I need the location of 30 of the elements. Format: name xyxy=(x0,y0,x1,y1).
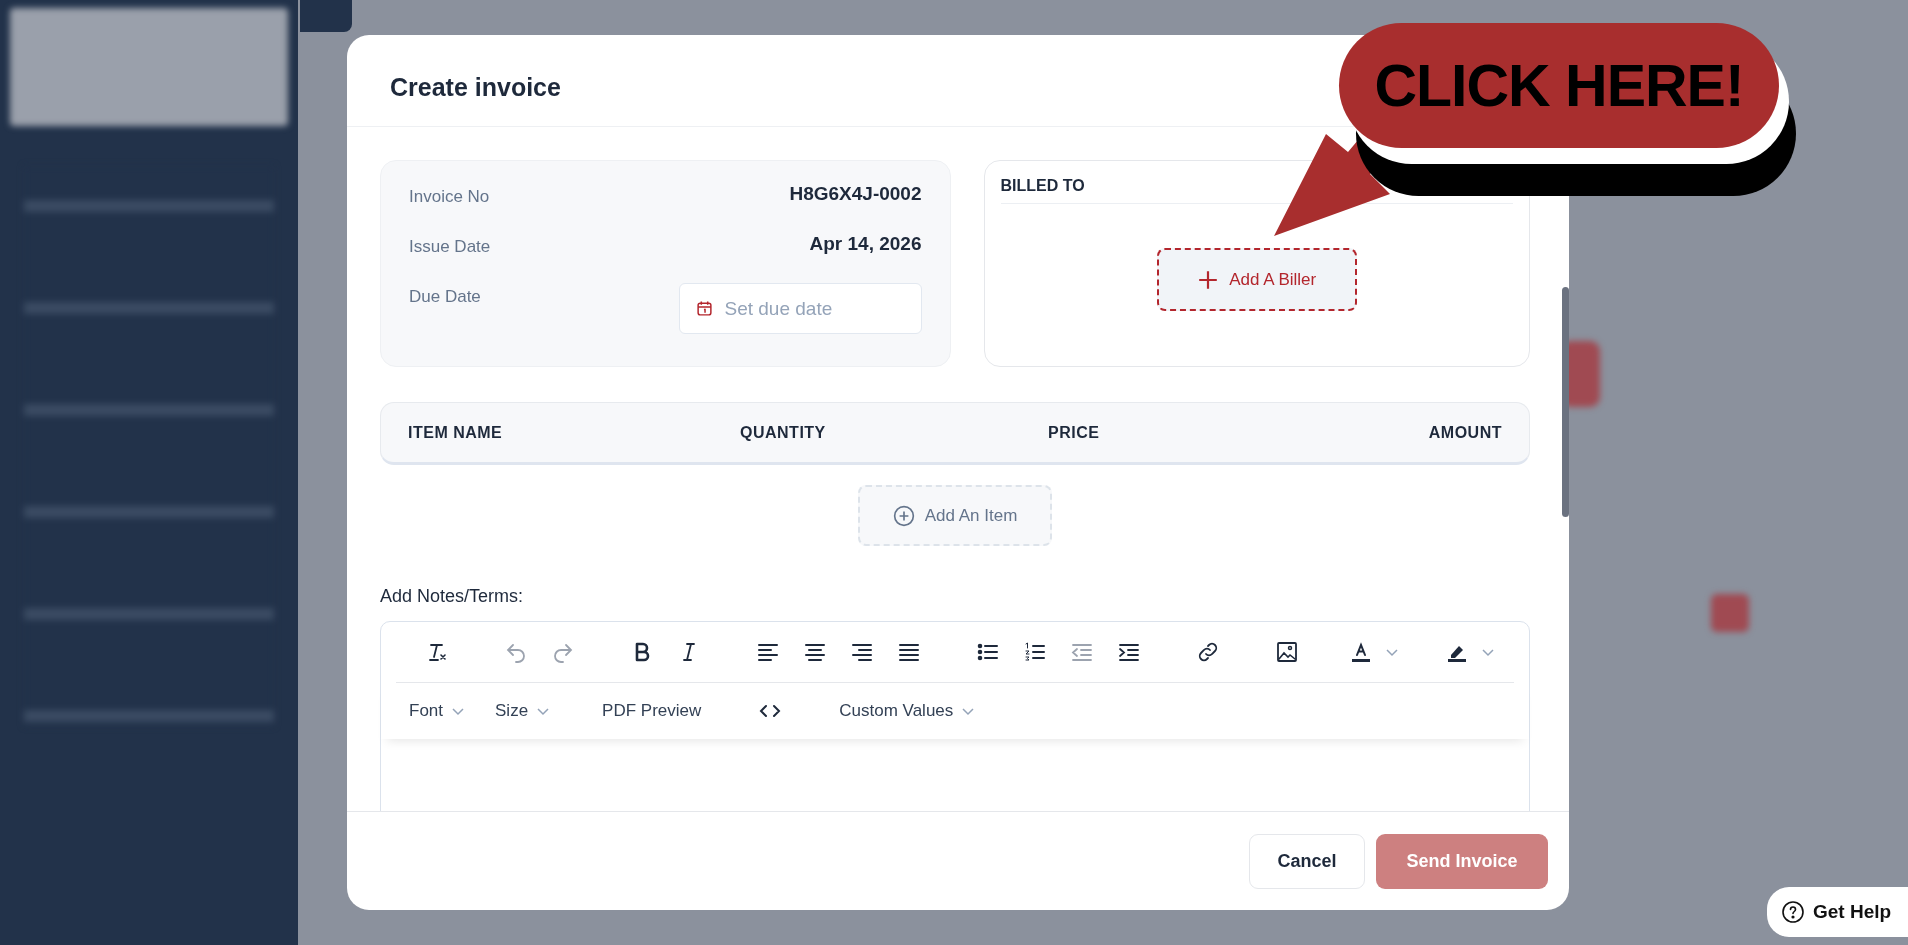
field-label: Invoice No xyxy=(409,186,490,207)
due-date-field[interactable]: Set due date xyxy=(678,283,922,334)
column-header: ITEM NAME xyxy=(408,423,504,442)
column-header: AMOUNT xyxy=(1428,423,1502,442)
image-icon xyxy=(1274,640,1299,664)
dialog-title: Create invoice xyxy=(390,72,561,102)
notes-label: Add Notes/Terms: xyxy=(380,586,525,607)
code-icon xyxy=(759,703,782,719)
field-label: Issue Date xyxy=(409,236,491,257)
add-biller-button[interactable]: Add A Biller xyxy=(1156,248,1357,311)
dropdown-menu[interactable]: Custom Values xyxy=(839,701,976,721)
calendar-icon xyxy=(695,300,713,317)
code-view-button[interactable] xyxy=(759,703,782,719)
numbered-list-icon xyxy=(1022,640,1047,664)
preview-button[interactable]: PDF Preview xyxy=(602,701,702,721)
field-value: Apr 14, 2026 xyxy=(809,233,922,255)
add-item-button[interactable]: Add An Item xyxy=(858,485,1052,546)
field-label: Due Date xyxy=(409,286,481,307)
field-value: H8G6X4J-0002 xyxy=(789,183,922,205)
dropdown-menu[interactable]: Font xyxy=(409,701,466,721)
help-button[interactable]: Get Help xyxy=(1767,887,1908,937)
scrollbar[interactable] xyxy=(1562,287,1569,517)
section-heading: BILLED TO xyxy=(1000,177,1085,196)
plus-icon xyxy=(1197,268,1220,291)
plus-circle-icon xyxy=(892,504,915,527)
column-header: QUANTITY xyxy=(740,423,827,442)
dropdown-menu[interactable]: Size xyxy=(495,701,551,721)
help-icon xyxy=(1781,900,1805,924)
cancel-button[interactable]: Cancel xyxy=(1249,833,1365,889)
column-header: PRICE xyxy=(1048,423,1101,442)
